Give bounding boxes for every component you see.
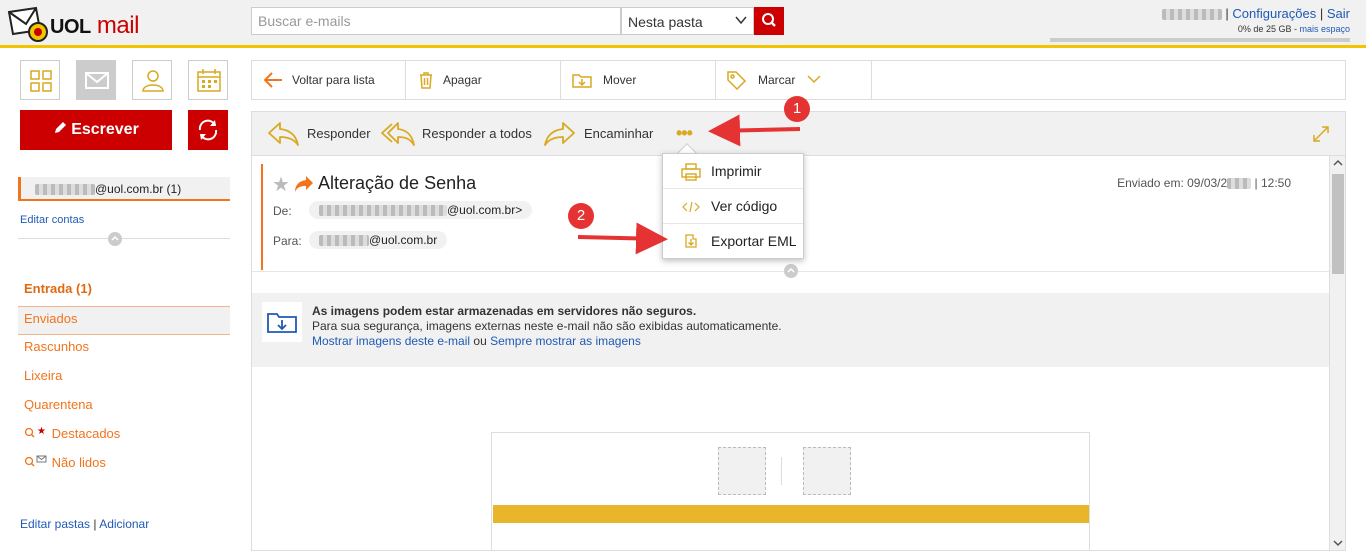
step-badge-1: 1 <box>784 96 810 122</box>
annotation-arrows <box>577 114 801 255</box>
arrow-to-more <box>708 114 801 147</box>
arrow-to-export <box>577 222 668 255</box>
step-badge-2: 2 <box>568 203 594 229</box>
